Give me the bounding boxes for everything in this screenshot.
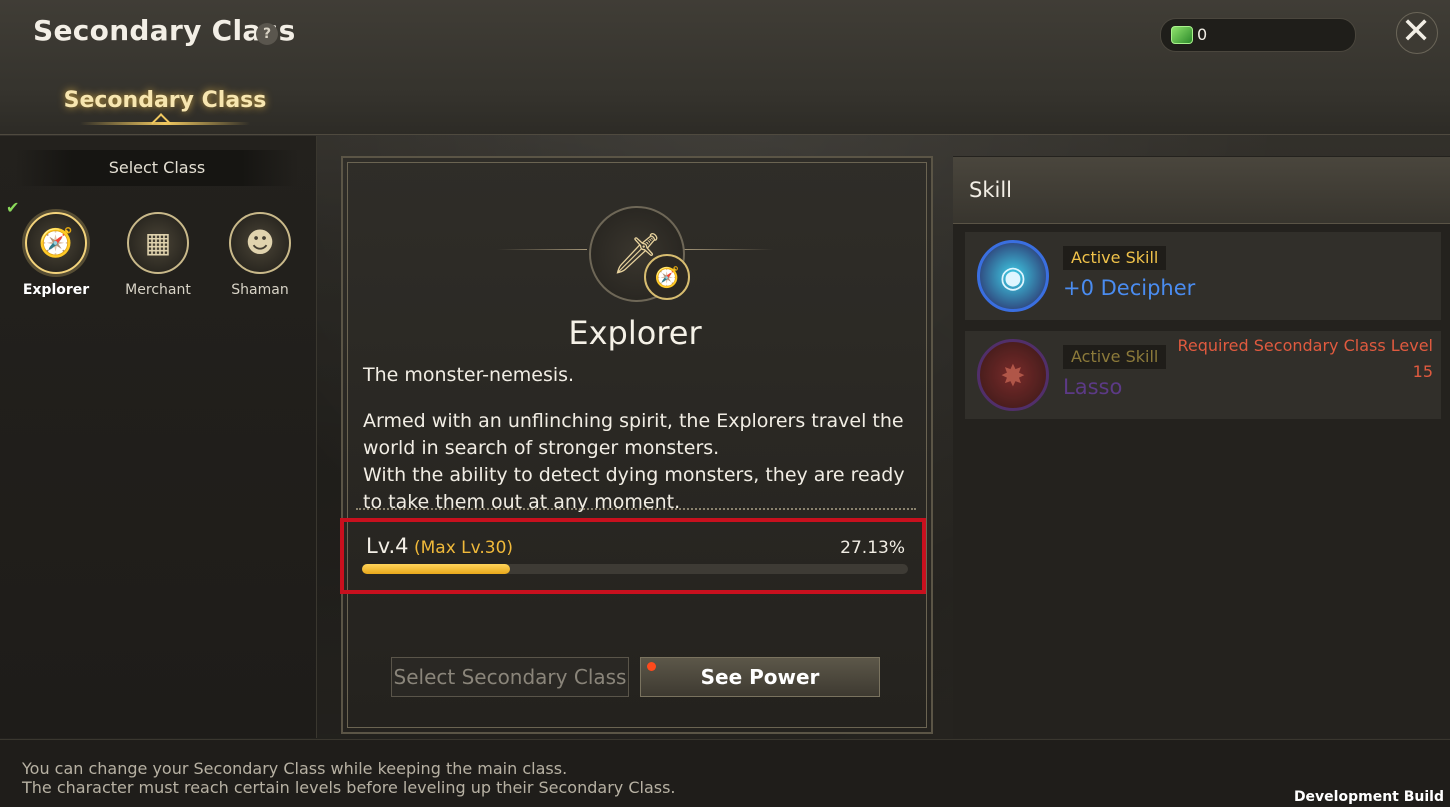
description-line: With the ability to detect dying monster… [363, 464, 905, 486]
decipher-icon: ◉ [977, 240, 1049, 312]
class-description: Armed with an unflinching spirit, the Ex… [363, 408, 913, 516]
coins-icon: ▦ [144, 226, 172, 259]
class-title: Explorer [568, 314, 702, 352]
tab-caret-icon [151, 113, 171, 133]
lasso-glyph: ✸ [1000, 359, 1026, 394]
class-option-merchant[interactable]: ▦ Merchant [113, 212, 203, 298]
see-power-button[interactable]: See Power [640, 657, 880, 697]
compass-icon: 🧭 [38, 226, 74, 259]
progress-percent: 27.13% [840, 538, 905, 558]
class-name: Explorer [22, 282, 90, 298]
notification-dot [647, 662, 656, 671]
footer-info: You can change your Secondary Class whil… [0, 739, 1450, 807]
max-level: (Max Lv.30) [414, 538, 514, 558]
requirement-text: Required Secondary Class Level [1177, 336, 1433, 355]
emblem-divider-right [683, 249, 773, 250]
lasso-icon: ✸ [977, 339, 1049, 411]
class-tagline: The monster-nemesis. [363, 364, 575, 386]
currency-amount: 0 [1197, 25, 1208, 44]
description-line: to take them out at any moment. [363, 491, 681, 513]
emblem-divider-left [497, 249, 587, 250]
select-secondary-class-button[interactable]: Select Secondary Class [391, 657, 629, 697]
tab-secondary-class[interactable]: Secondary Class [60, 88, 270, 113]
mask-icon: ☻ [245, 226, 275, 259]
description-line: Armed with an unflinching spirit, the Ex… [363, 410, 904, 432]
decipher-glyph: ◉ [999, 260, 1027, 295]
class-level: Lv.4 [366, 534, 409, 558]
currency-display: 0 [1160, 18, 1356, 52]
class-name: Merchant [125, 282, 191, 298]
skill-heading: Skill [969, 178, 1012, 202]
close-icon: ✕ [1401, 11, 1432, 52]
requirement-level: 15 [1412, 362, 1433, 381]
help-icon[interactable]: ? [256, 23, 278, 45]
footer-line-2: The character must reach certain levels … [22, 778, 676, 797]
description-divider [356, 508, 916, 510]
header-bar: Secondary Class ? 0 ✕ Secondary Class [0, 0, 1450, 135]
development-build-label: Development Build [1293, 789, 1444, 805]
skill-type-badge: Active Skill [1063, 246, 1167, 270]
level-progress-fill [362, 564, 511, 574]
footer-line-1: You can change your Secondary Class whil… [22, 759, 568, 778]
class-option-shaman[interactable]: ☻ Shaman [215, 212, 305, 298]
class-emblem: ☻ [229, 212, 291, 274]
gem-currency-icon [1171, 26, 1193, 44]
class-emblem: ▦ [127, 212, 189, 274]
skill-name: Lasso [1063, 375, 1123, 399]
class-option-explorer[interactable]: 🧭 Explorer [11, 212, 101, 298]
skill-type-badge: Active Skill [1063, 345, 1167, 369]
skill-header: Skill [953, 157, 1450, 224]
skill-item-lasso[interactable]: ✸ Active Skill Lasso Required Secondary … [965, 331, 1441, 419]
skill-name: +0 Decipher [1063, 276, 1196, 300]
skill-requirement: Required Secondary Class Level 15 [1153, 333, 1433, 385]
description-line: world in search of stronger monsters. [363, 437, 720, 459]
class-emblem: 🧭 [25, 212, 87, 274]
select-class-label: Select Class [16, 150, 298, 186]
skill-item-decipher[interactable]: ◉ Active Skill +0 Decipher [965, 232, 1441, 320]
class-name: Shaman [231, 282, 289, 298]
level-progress-bar [362, 564, 908, 574]
compass-badge-icon: 🧭 [644, 254, 690, 300]
close-button[interactable]: ✕ [1396, 11, 1438, 54]
